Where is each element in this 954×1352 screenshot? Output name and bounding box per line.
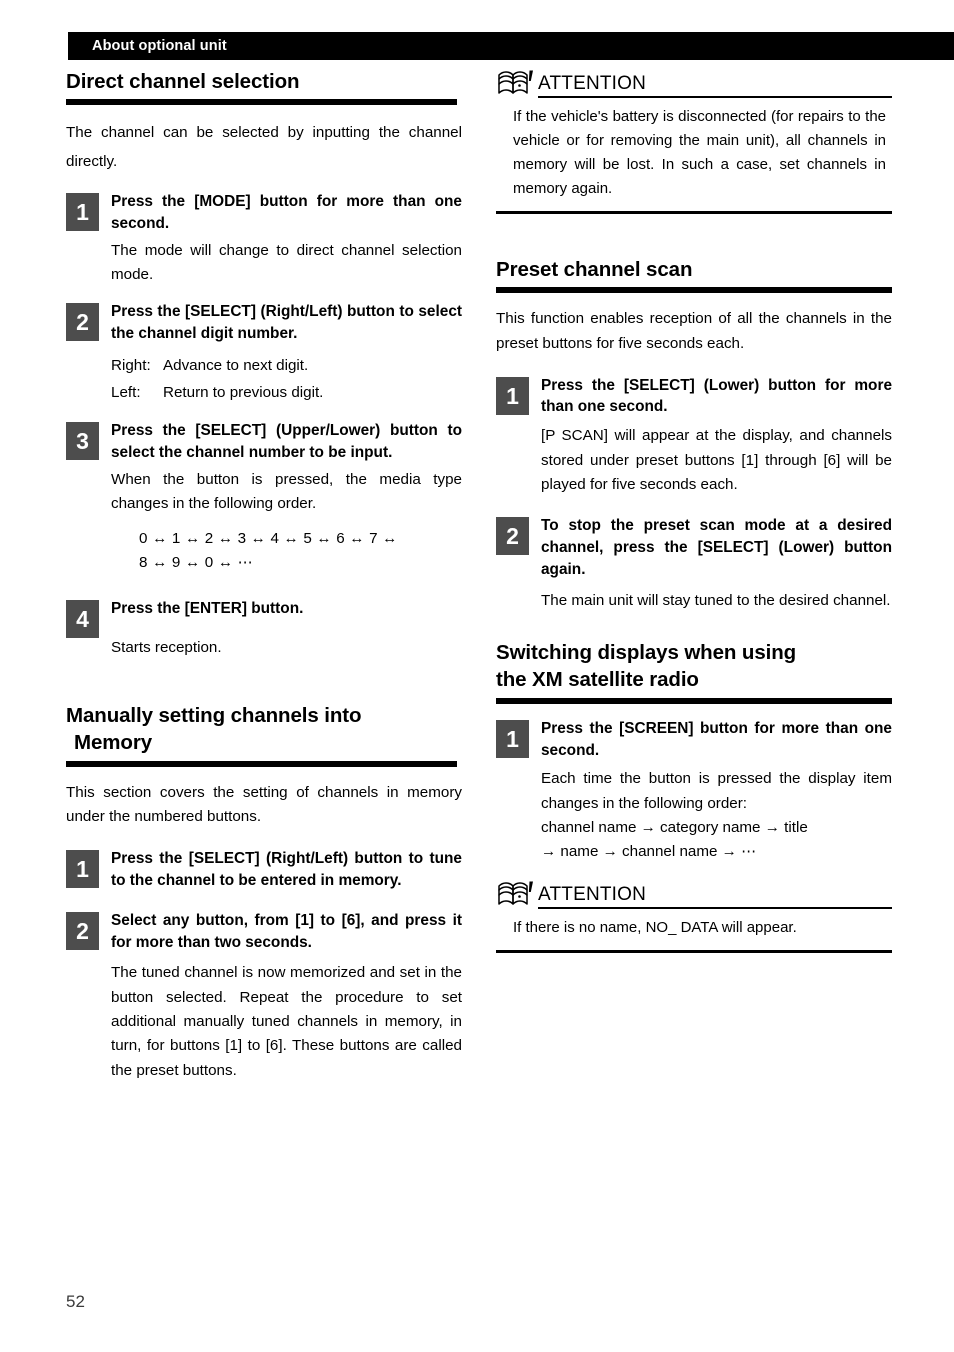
heading-rule [496, 287, 892, 294]
attention-header: ATTENTION [496, 68, 892, 98]
step-number-badge: 1 [496, 376, 529, 415]
step-number-badge: 4 [66, 599, 99, 638]
media-type-sequence-line-1: 0 ↔ 1 ↔ 2 ↔ 3 ↔ 4 ↔ 5 ↔ 6 ↔ 7 ↔ [139, 529, 398, 547]
step-title: Press the [SELECT] (Upper/Lower) button … [111, 422, 462, 462]
display-order-sequence-line-1: channel name → category name → title [541, 819, 808, 836]
section-heading-line-2: Memory [74, 731, 153, 755]
display-order-sequence-line-2: → name → channel name → ⋯ [541, 843, 757, 861]
left-column: Direct channel selection The channel can… [66, 68, 462, 1083]
heading-rule [66, 99, 457, 106]
section-heading-preset-channel-scan: Preset channel scan [496, 258, 693, 281]
step-title: Press the [MODE] button for more than on… [111, 193, 462, 232]
media-type-sequence-line-2: 8 ↔ 9 ↔ 0 ↔ ⋯ [139, 554, 254, 572]
step-body: When the button is pressed, the media ty… [111, 471, 462, 513]
section-intro-paragraph: This function enables reception of all t… [496, 310, 892, 352]
definition-value: Return to previous digit. [163, 383, 324, 401]
attention-header: ATTENTION [496, 879, 892, 909]
step-number-badge: 2 [66, 911, 99, 950]
step-number-badge: 2 [496, 517, 529, 556]
definition-row: Right: Advance to next digit. [111, 353, 462, 380]
step-number-badge: 1 [66, 193, 99, 231]
step-number-badge: 1 [66, 849, 99, 888]
step-title: To stop the preset scan mode at a desire… [541, 517, 892, 578]
section-heading-line-2: the XM satellite radio [496, 668, 699, 692]
step-title: Select any button, from [1] to [6], and … [111, 911, 462, 951]
step-title: Press the [SELECT] (Lower) button for mo… [541, 376, 892, 416]
step-number-badge: 2 [66, 303, 99, 342]
attention-body: If there is no name, NO_ DATA will appea… [513, 918, 797, 936]
heading-rule [496, 697, 892, 704]
section-intro-paragraph: The channel can be selected by inputting… [66, 124, 462, 171]
attention-title: ATTENTION [538, 883, 647, 905]
section-heading-line-1: Manually setting channels into [66, 704, 362, 728]
step-item: 1 Press the [SELECT] (Right/Left) button… [66, 848, 462, 892]
step-item: 2 Select any button, from [1] to [6], an… [66, 910, 462, 1083]
definition-row: Left: Return to previous digit. [111, 380, 462, 407]
step-item: 1 Press the [SCREEN] button for more tha… [496, 718, 892, 865]
heading-rule [66, 760, 457, 767]
section-heading-manually-setting-channels: Manually setting channels into Memory [66, 702, 462, 757]
step-title: Press the [SELECT] (Right/Left) button t… [111, 849, 462, 889]
step-item: 1 Press the [MODE] button for more than … [66, 191, 462, 287]
step-item: 2 To stop the preset scan mode at a desi… [496, 515, 892, 613]
attention-footer-rule [496, 949, 892, 953]
definition-value: Advance to next digit. [163, 357, 309, 375]
section-heading-switching-displays: Switching displays when using the XM sat… [496, 639, 892, 694]
step-body: [P SCAN] will appear at the display, and… [541, 427, 892, 493]
running-header-title: About optional unit [92, 38, 227, 54]
section-heading-line-1: Switching displays when using [496, 641, 797, 665]
attention-title-rule [538, 96, 892, 98]
open-book-attention-icon [498, 881, 533, 905]
attention-title: ATTENTION [538, 73, 647, 95]
step-body: The main unit will stay tuned to the des… [541, 591, 891, 609]
attention-title-rule [538, 906, 892, 909]
section-intro-paragraph: This section covers the setting of chann… [66, 783, 462, 826]
step-item: 2 Press the [SELECT] (Right/Left) button… [66, 301, 462, 406]
attention-title-wrap: ATTENTION [538, 883, 892, 909]
step-title: Press the [SCREEN] button for more than … [541, 719, 892, 759]
attention-body: If the vehicle's battery is disconnected… [513, 108, 886, 197]
attention-block-top: ATTENTION If the vehicle's battery is di… [496, 68, 892, 214]
step-number-badge: 3 [66, 422, 99, 461]
step-item: 4 Press the [ENTER] button. Starts recep… [66, 598, 462, 660]
step-number-badge: 1 [496, 719, 529, 758]
step-item: 3 Press the [SELECT] (Upper/Lower) butto… [66, 420, 462, 576]
open-book-attention-icon [498, 70, 533, 94]
attention-footer-rule [496, 211, 892, 214]
right-column: ATTENTION If the vehicle's battery is di… [496, 68, 892, 953]
step-body: Starts reception. [111, 638, 222, 656]
attention-block-bottom: ATTENTION If there is no name, NO_ DATA … [496, 879, 892, 953]
running-header-bar: About optional unit [68, 32, 954, 60]
step-body: The tuned channel is now memorized and s… [111, 964, 462, 1079]
step-title: Press the [SELECT] (Right/Left) button t… [111, 303, 462, 343]
definition-key: Left: [111, 383, 141, 401]
step-body: The mode will change to direct channel s… [111, 241, 462, 284]
section-heading-direct-channel-selection: Direct channel selection [66, 70, 300, 93]
step-title: Press the [ENTER] button. [111, 599, 304, 617]
definition-key: Right: [111, 357, 151, 375]
page-number: 52 [66, 1292, 85, 1311]
step-body: Each time the button is pressed the disp… [541, 770, 892, 812]
attention-title-wrap: ATTENTION [538, 74, 892, 98]
step-item: 1 Press the [SELECT] (Lower) button for … [496, 375, 892, 498]
